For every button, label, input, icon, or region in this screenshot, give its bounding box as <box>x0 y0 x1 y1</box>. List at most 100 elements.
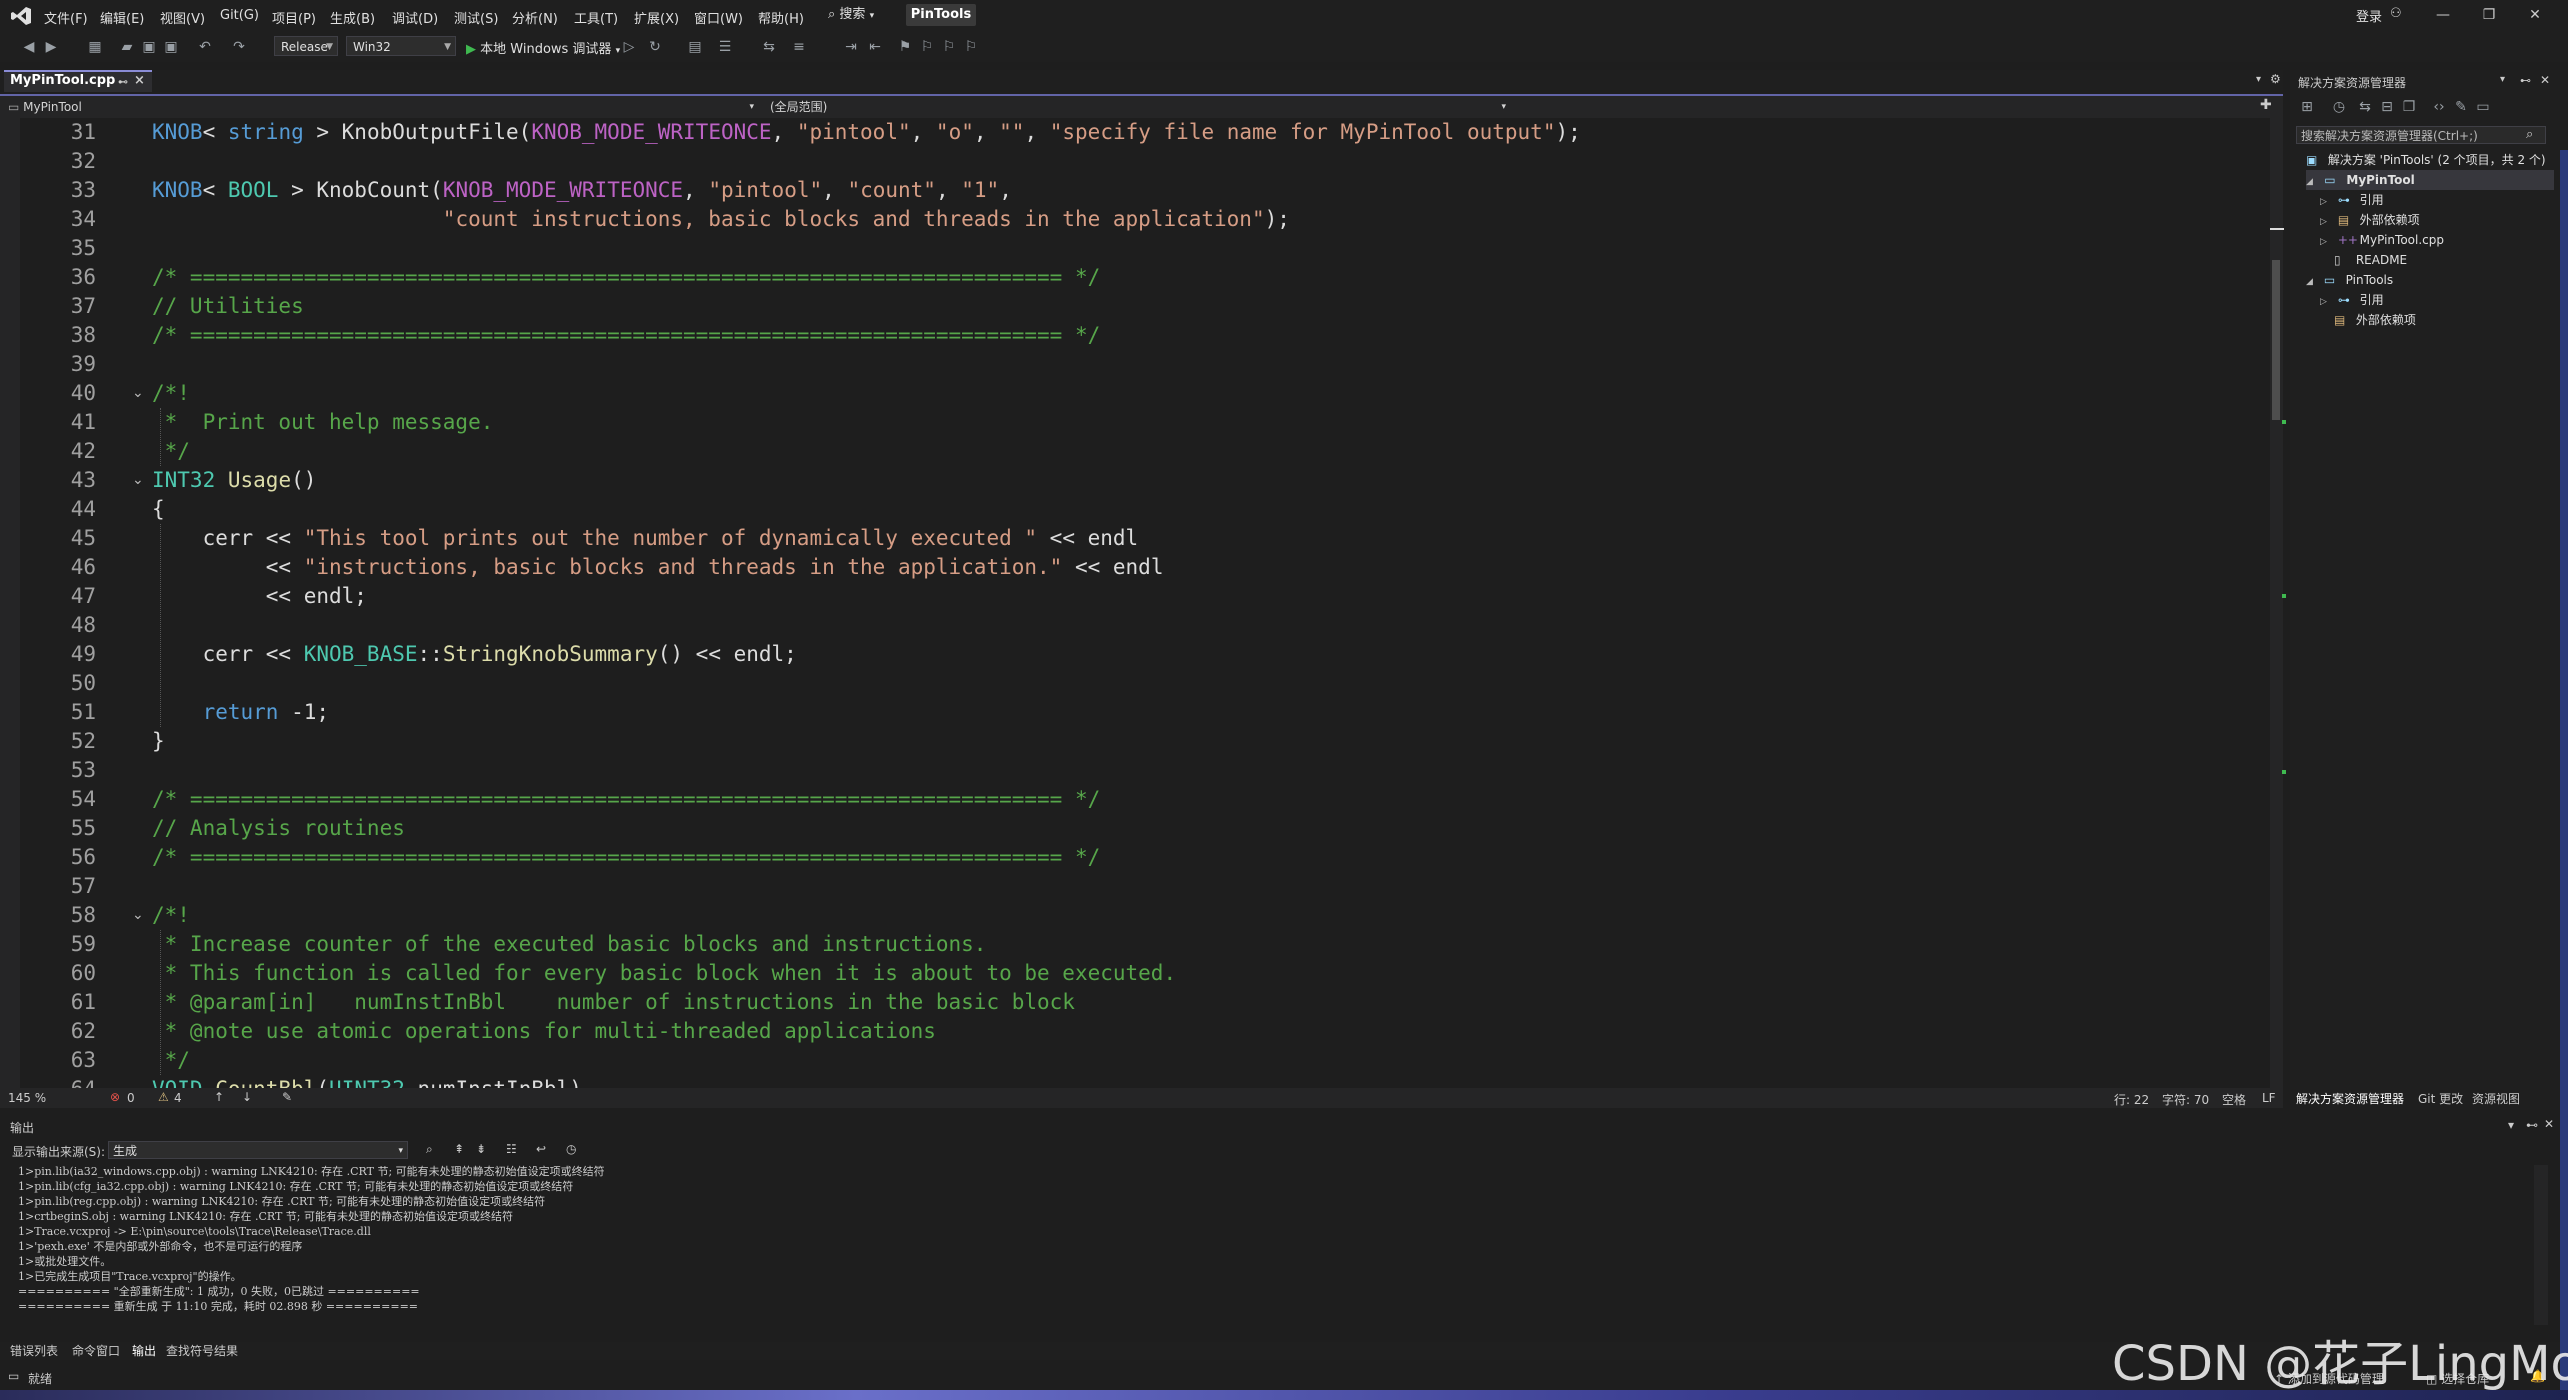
comment-icon[interactable]: ≡ <box>790 38 808 56</box>
split-view-icon[interactable]: ✚ <box>2260 97 2272 113</box>
new-project-icon[interactable]: ▦ <box>86 38 104 56</box>
code-line[interactable]: 34 "count instructions, basic blocks and… <box>0 205 2260 234</box>
code-line[interactable]: 31 KNOB< string > KnobOutputFile(KNOB_MO… <box>0 118 2260 147</box>
code-line[interactable]: 41 * Print out help message. <box>0 408 2260 437</box>
code-line[interactable]: 36 /* ==================================… <box>0 263 2260 292</box>
menu-extensions[interactable]: 扩展(X) <box>634 8 679 27</box>
chevron-down-icon[interactable]: ▾ <box>2508 1118 2514 1132</box>
tree-solution-root[interactable]: ▣ 解决方案 'PinTools' (2 个项目，共 2 个) <box>2306 150 2546 170</box>
clear-bookmarks-icon[interactable]: ⚐ <box>962 38 980 56</box>
login-button[interactable]: 登录 <box>2356 6 2382 25</box>
code-cleanup-icon[interactable]: ✎ <box>282 1090 292 1104</box>
code-line[interactable]: 47 << endl; <box>0 582 2260 611</box>
word-wrap-icon[interactable]: ↩ <box>536 1142 546 1156</box>
code-line[interactable]: 56 /* ==================================… <box>0 843 2260 872</box>
code-line[interactable]: 39 <box>0 350 2260 379</box>
tree-item-external-deps[interactable]: ▤ 外部依赖项 <box>2334 310 2416 330</box>
menu-analyze[interactable]: 分析(N) <box>512 8 558 27</box>
prev-issue-icon[interactable]: ↑ <box>214 1090 224 1104</box>
tree-item-readme[interactable]: ▯ README <box>2334 250 2407 270</box>
menu-help[interactable]: 帮助(H) <box>758 8 804 27</box>
line-ending[interactable]: LF <box>2262 1091 2276 1105</box>
code-line[interactable]: 59 * Increase counter of the executed ba… <box>0 930 2260 959</box>
line-position[interactable]: 行: 22 <box>2114 1091 2149 1108</box>
menu-file[interactable]: 文件(F) <box>44 8 88 27</box>
error-count[interactable]: 0 <box>127 1091 135 1105</box>
save-all-icon[interactable]: ▣ <box>162 38 180 56</box>
start-without-debugging-icon[interactable]: ▷ <box>620 38 638 56</box>
prev-message-icon[interactable]: ⇞ <box>454 1142 464 1156</box>
indent-icon[interactable]: ⇥ <box>842 38 860 56</box>
show-all-files-icon[interactable]: ❐ <box>2400 98 2418 116</box>
code-line[interactable]: 63 */ <box>0 1046 2260 1075</box>
code-line[interactable]: 55 // Analysis routines <box>0 814 2260 843</box>
tree-item-external-deps[interactable]: ▷ ▤ 外部依赖项 <box>2320 210 2420 230</box>
code-line[interactable]: 33 KNOB< BOOL > KnobCount(KNOB_MODE_WRIT… <box>0 176 2260 205</box>
scope-dropdown[interactable]: (全局范围) ▾ <box>770 98 1510 116</box>
menu-build[interactable]: 生成(B) <box>330 8 375 27</box>
tab-output[interactable]: 输出 <box>132 1342 156 1359</box>
step-icon[interactable]: ⇆ <box>760 38 778 56</box>
tree-project-pintools[interactable]: ◢ ▭ PinTools <box>2306 270 2393 290</box>
format-icon[interactable]: ☰ <box>716 38 734 56</box>
code-line[interactable]: 45 cerr << "This tool prints out the num… <box>0 524 2260 553</box>
close-icon[interactable]: ✕ <box>2520 4 2550 26</box>
menu-edit[interactable]: 编辑(E) <box>100 8 144 27</box>
output-vertical-scrollbar[interactable] <box>2534 1165 2548 1325</box>
tab-mypintool-cpp[interactable]: MyPinTool.cpp ⊷ × <box>4 70 152 92</box>
platform-select[interactable]: Win32 ▼ <box>346 36 456 56</box>
close-icon[interactable]: × <box>134 72 145 90</box>
account-icon[interactable]: ⚇ <box>2390 6 2402 21</box>
code-line[interactable]: 62 * @note use atomic operations for mul… <box>0 1017 2260 1046</box>
code-line[interactable]: 60 * This function is called for every b… <box>0 959 2260 988</box>
prev-bookmark-icon[interactable]: ⚐ <box>918 38 936 56</box>
search-icon[interactable]: ⌕ <box>2526 127 2533 142</box>
project-dropdown[interactable]: ▭ MyPinTool ▾ <box>8 98 758 116</box>
settings-gear-icon[interactable]: ⚙ <box>2270 72 2281 86</box>
undo-icon[interactable]: ↶ <box>196 38 214 56</box>
save-icon[interactable]: ▣ <box>140 38 158 56</box>
bookmark-icon[interactable]: ⚑ <box>896 38 914 56</box>
menu-project[interactable]: 项目(P) <box>272 8 316 27</box>
minimize-icon[interactable]: — <box>2428 4 2458 26</box>
menu-git[interactable]: Git(G) <box>220 8 259 23</box>
code-line[interactable]: 64 ⌄ VOID CountBbl(UINT32 numInstInBbl) <box>0 1075 2260 1088</box>
tab-solution-explorer[interactable]: 解决方案资源管理器 <box>2296 1090 2404 1107</box>
hot-reload-icon[interactable]: ↻ <box>646 38 664 56</box>
whitespace-mode[interactable]: 空格 <box>2222 1091 2246 1108</box>
code-line[interactable]: 38 /* ==================================… <box>0 321 2260 350</box>
chevron-expanded-icon[interactable]: ◢ <box>2306 272 2320 292</box>
fold-toggle-icon[interactable]: ⌄ <box>132 1075 144 1088</box>
code-line[interactable]: 46 << "instructions, basic blocks and th… <box>0 553 2260 582</box>
output-source-select[interactable]: 生成 ▾ <box>108 1141 408 1159</box>
code-line[interactable]: 49 cerr << KNOB_BASE::StringKnobSummary(… <box>0 640 2260 669</box>
code-view-icon[interactable]: ‹› <box>2430 98 2448 116</box>
tab-resource-view[interactable]: 资源视图 <box>2472 1090 2520 1107</box>
pin-icon[interactable]: ⊷ <box>2526 1118 2538 1132</box>
switch-views-icon[interactable]: ⊞ <box>2298 98 2316 116</box>
pin-icon[interactable]: ⊷ <box>118 74 128 92</box>
menu-tools[interactable]: 工具(T) <box>574 8 618 27</box>
preview-icon[interactable]: ▭ <box>2474 98 2492 116</box>
properties-icon[interactable]: ✎ <box>2452 98 2470 116</box>
navigate-forward-icon[interactable]: ▶ <box>42 38 60 56</box>
tab-command-window[interactable]: 命令窗口 <box>72 1342 120 1359</box>
solution-search-input[interactable]: 搜索解决方案资源管理器(Ctrl+;) <box>2296 126 2546 144</box>
chevron-right-icon[interactable]: ▷ <box>2320 212 2334 232</box>
chevron-down-icon[interactable]: ▾ <box>2500 74 2505 85</box>
code-line[interactable]: 32 <box>0 147 2260 176</box>
pending-changes-icon[interactable]: ◷ <box>2330 98 2348 116</box>
code-line[interactable]: 61 * @param[in] numInstInBbl number of i… <box>0 988 2260 1017</box>
warning-count[interactable]: 4 <box>174 1091 182 1105</box>
redo-icon[interactable]: ↷ <box>230 38 248 56</box>
zoom-level[interactable]: 145 % <box>8 1091 46 1105</box>
close-icon[interactable]: ✕ <box>2544 1117 2554 1131</box>
find-icon[interactable]: ⌕ <box>426 1142 433 1157</box>
fold-toggle-icon[interactable]: ⌄ <box>132 466 144 495</box>
code-line[interactable]: 40 ⌄ /*! <box>0 379 2260 408</box>
menu-test[interactable]: 测试(S) <box>454 8 498 27</box>
code-line[interactable]: 54 /* ==================================… <box>0 785 2260 814</box>
next-bookmark-icon[interactable]: ⚐ <box>940 38 958 56</box>
menu-debug[interactable]: 调试(D) <box>392 8 438 27</box>
code-line[interactable]: 57 <box>0 872 2260 901</box>
